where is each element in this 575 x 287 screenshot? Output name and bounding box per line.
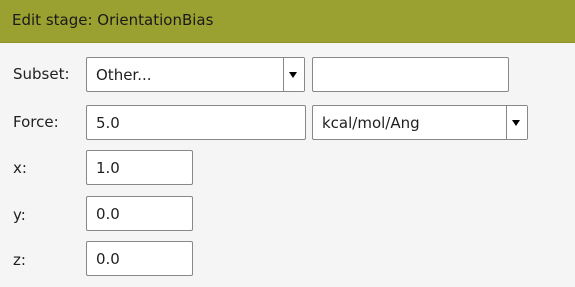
force-value: 5.0: [96, 114, 120, 132]
z-value: 0.0: [96, 250, 120, 268]
subset-dropdown[interactable]: Other...: [86, 57, 305, 92]
dialog-header: Edit stage: OrientationBias: [0, 0, 575, 43]
y-value: 0.0: [96, 205, 120, 223]
z-label: z:: [13, 251, 26, 269]
chevron-down-icon: [289, 72, 297, 78]
force-unit-dropdown[interactable]: kcal/mol/Ang: [312, 105, 528, 140]
y-input[interactable]: 0.0: [86, 196, 193, 231]
chevron-down-icon: [512, 120, 520, 126]
dialog-title: Edit stage: OrientationBias: [12, 11, 214, 29]
x-input[interactable]: 1.0: [86, 150, 193, 185]
subset-selected-value: Other...: [96, 66, 152, 84]
force-label: Force:: [13, 113, 59, 131]
y-label: y:: [13, 206, 26, 224]
subset-custom-input[interactable]: [312, 57, 509, 92]
subset-label: Subset:: [13, 65, 70, 83]
x-value: 1.0: [96, 159, 120, 177]
z-input[interactable]: 0.0: [86, 241, 193, 276]
force-unit-selected: kcal/mol/Ang: [322, 114, 420, 132]
x-label: x:: [13, 159, 27, 177]
force-input[interactable]: 5.0: [86, 105, 306, 140]
subset-dropdown-button[interactable]: [283, 58, 304, 91]
force-unit-dropdown-button[interactable]: [506, 106, 527, 139]
